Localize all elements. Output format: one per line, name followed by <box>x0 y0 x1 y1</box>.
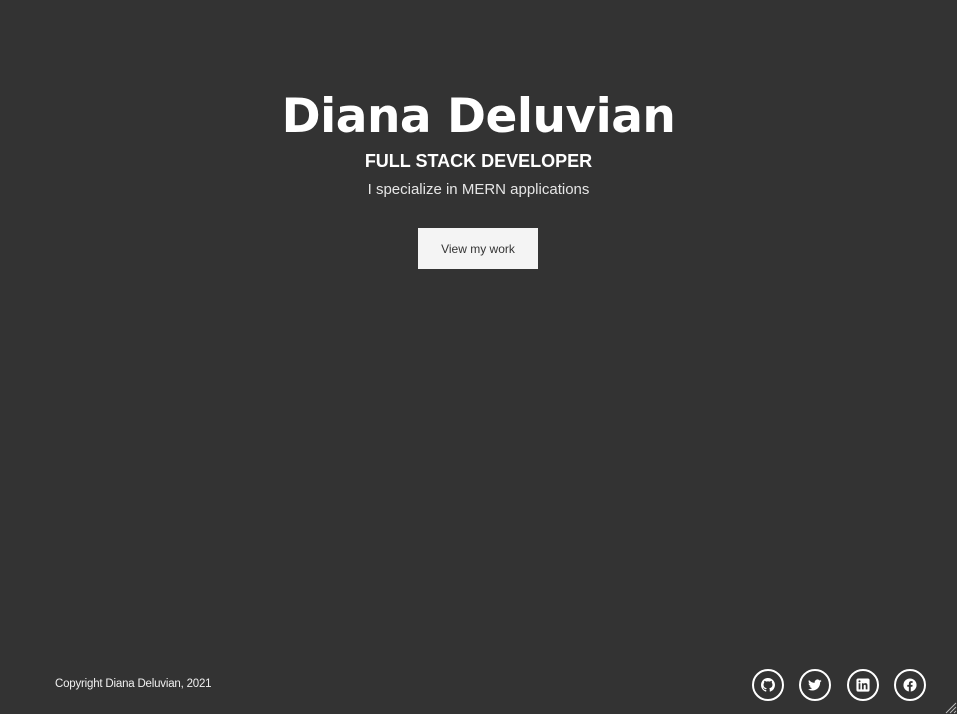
resize-grip-icon[interactable] <box>943 700 957 714</box>
hero-role: FULL STACK DEVELOPER <box>364 151 593 171</box>
twitter-link[interactable] <box>799 669 831 701</box>
github-link[interactable] <box>752 669 784 701</box>
footer: Copyright Diana Deluvian, 2021 <box>0 666 957 706</box>
linkedin-icon <box>856 678 870 692</box>
facebook-link[interactable] <box>894 669 926 701</box>
portfolio-page: Diana Deluvian FULL STACK DEVELOPER I sp… <box>0 0 957 714</box>
view-my-work-button[interactable]: View my work <box>418 228 538 269</box>
github-icon <box>761 678 775 692</box>
hero-tagline: I specialize in MERN applications <box>367 181 590 198</box>
facebook-icon <box>903 678 917 692</box>
twitter-icon <box>808 679 822 691</box>
linkedin-link[interactable] <box>847 669 879 701</box>
copyright-text: Copyright Diana Deluvian, 2021 <box>55 678 212 690</box>
hero-name: Diana Deluvian <box>281 89 676 144</box>
